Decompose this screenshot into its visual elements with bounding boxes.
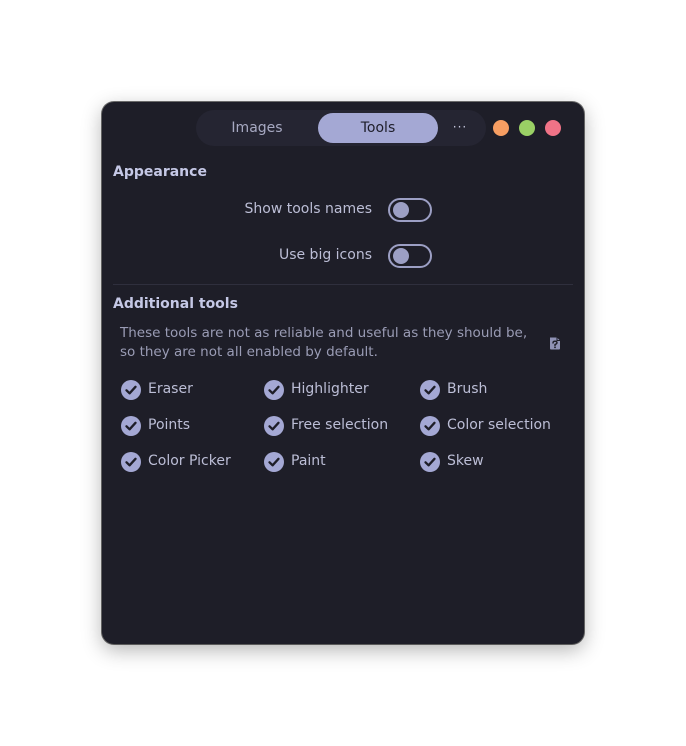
use-big-icons-label: Use big icons: [278, 247, 372, 263]
tool-label: Color Picker: [148, 453, 231, 469]
show-tools-names-label: Show tools names: [244, 201, 372, 217]
section-divider: [113, 284, 573, 285]
tool-label: Brush: [447, 381, 488, 397]
checkbox-checked-icon: [264, 452, 284, 472]
checkbox-checked-icon: [264, 416, 284, 436]
additional-tools-description: These tools are not as reliable and usef…: [120, 325, 528, 360]
tool-label: Paint: [291, 453, 326, 469]
tab-tools[interactable]: Tools: [318, 113, 438, 143]
show-tools-names-switch[interactable]: [388, 198, 432, 222]
close-button[interactable]: [545, 120, 561, 136]
tool-label: Points: [148, 417, 191, 433]
checkbox-checked-icon: [420, 416, 440, 436]
appearance-title: Appearance: [113, 164, 207, 180]
tool-label: Color selection: [447, 417, 551, 433]
checkbox-checked-icon: [121, 452, 141, 472]
preferences-window: Images Tools ··· Appearance Show tools n…: [102, 102, 584, 644]
tool-label: Highlighter: [291, 381, 369, 397]
additional-tools-title: Additional tools: [113, 296, 238, 312]
tool-label: Skew: [447, 453, 484, 469]
use-big-icons-switch[interactable]: [388, 244, 432, 268]
minimize-button[interactable]: [493, 120, 509, 136]
help-document-icon[interactable]: [548, 335, 562, 351]
checkbox-checked-icon: [420, 380, 440, 400]
checkbox-checked-icon: [121, 416, 141, 436]
tool-label: Free selection: [291, 417, 389, 433]
checkbox-checked-icon: [121, 380, 141, 400]
tool-label: Eraser: [148, 381, 193, 397]
checkbox-checked-icon: [420, 452, 440, 472]
switch-knob: [393, 202, 409, 218]
checkbox-checked-icon: [264, 380, 284, 400]
switch-knob: [393, 248, 409, 264]
tab-images[interactable]: Images: [198, 113, 316, 143]
more-options-button[interactable]: ···: [448, 116, 472, 140]
tab-bar: Images Tools ···: [196, 110, 486, 146]
maximize-button[interactable]: [519, 120, 535, 136]
